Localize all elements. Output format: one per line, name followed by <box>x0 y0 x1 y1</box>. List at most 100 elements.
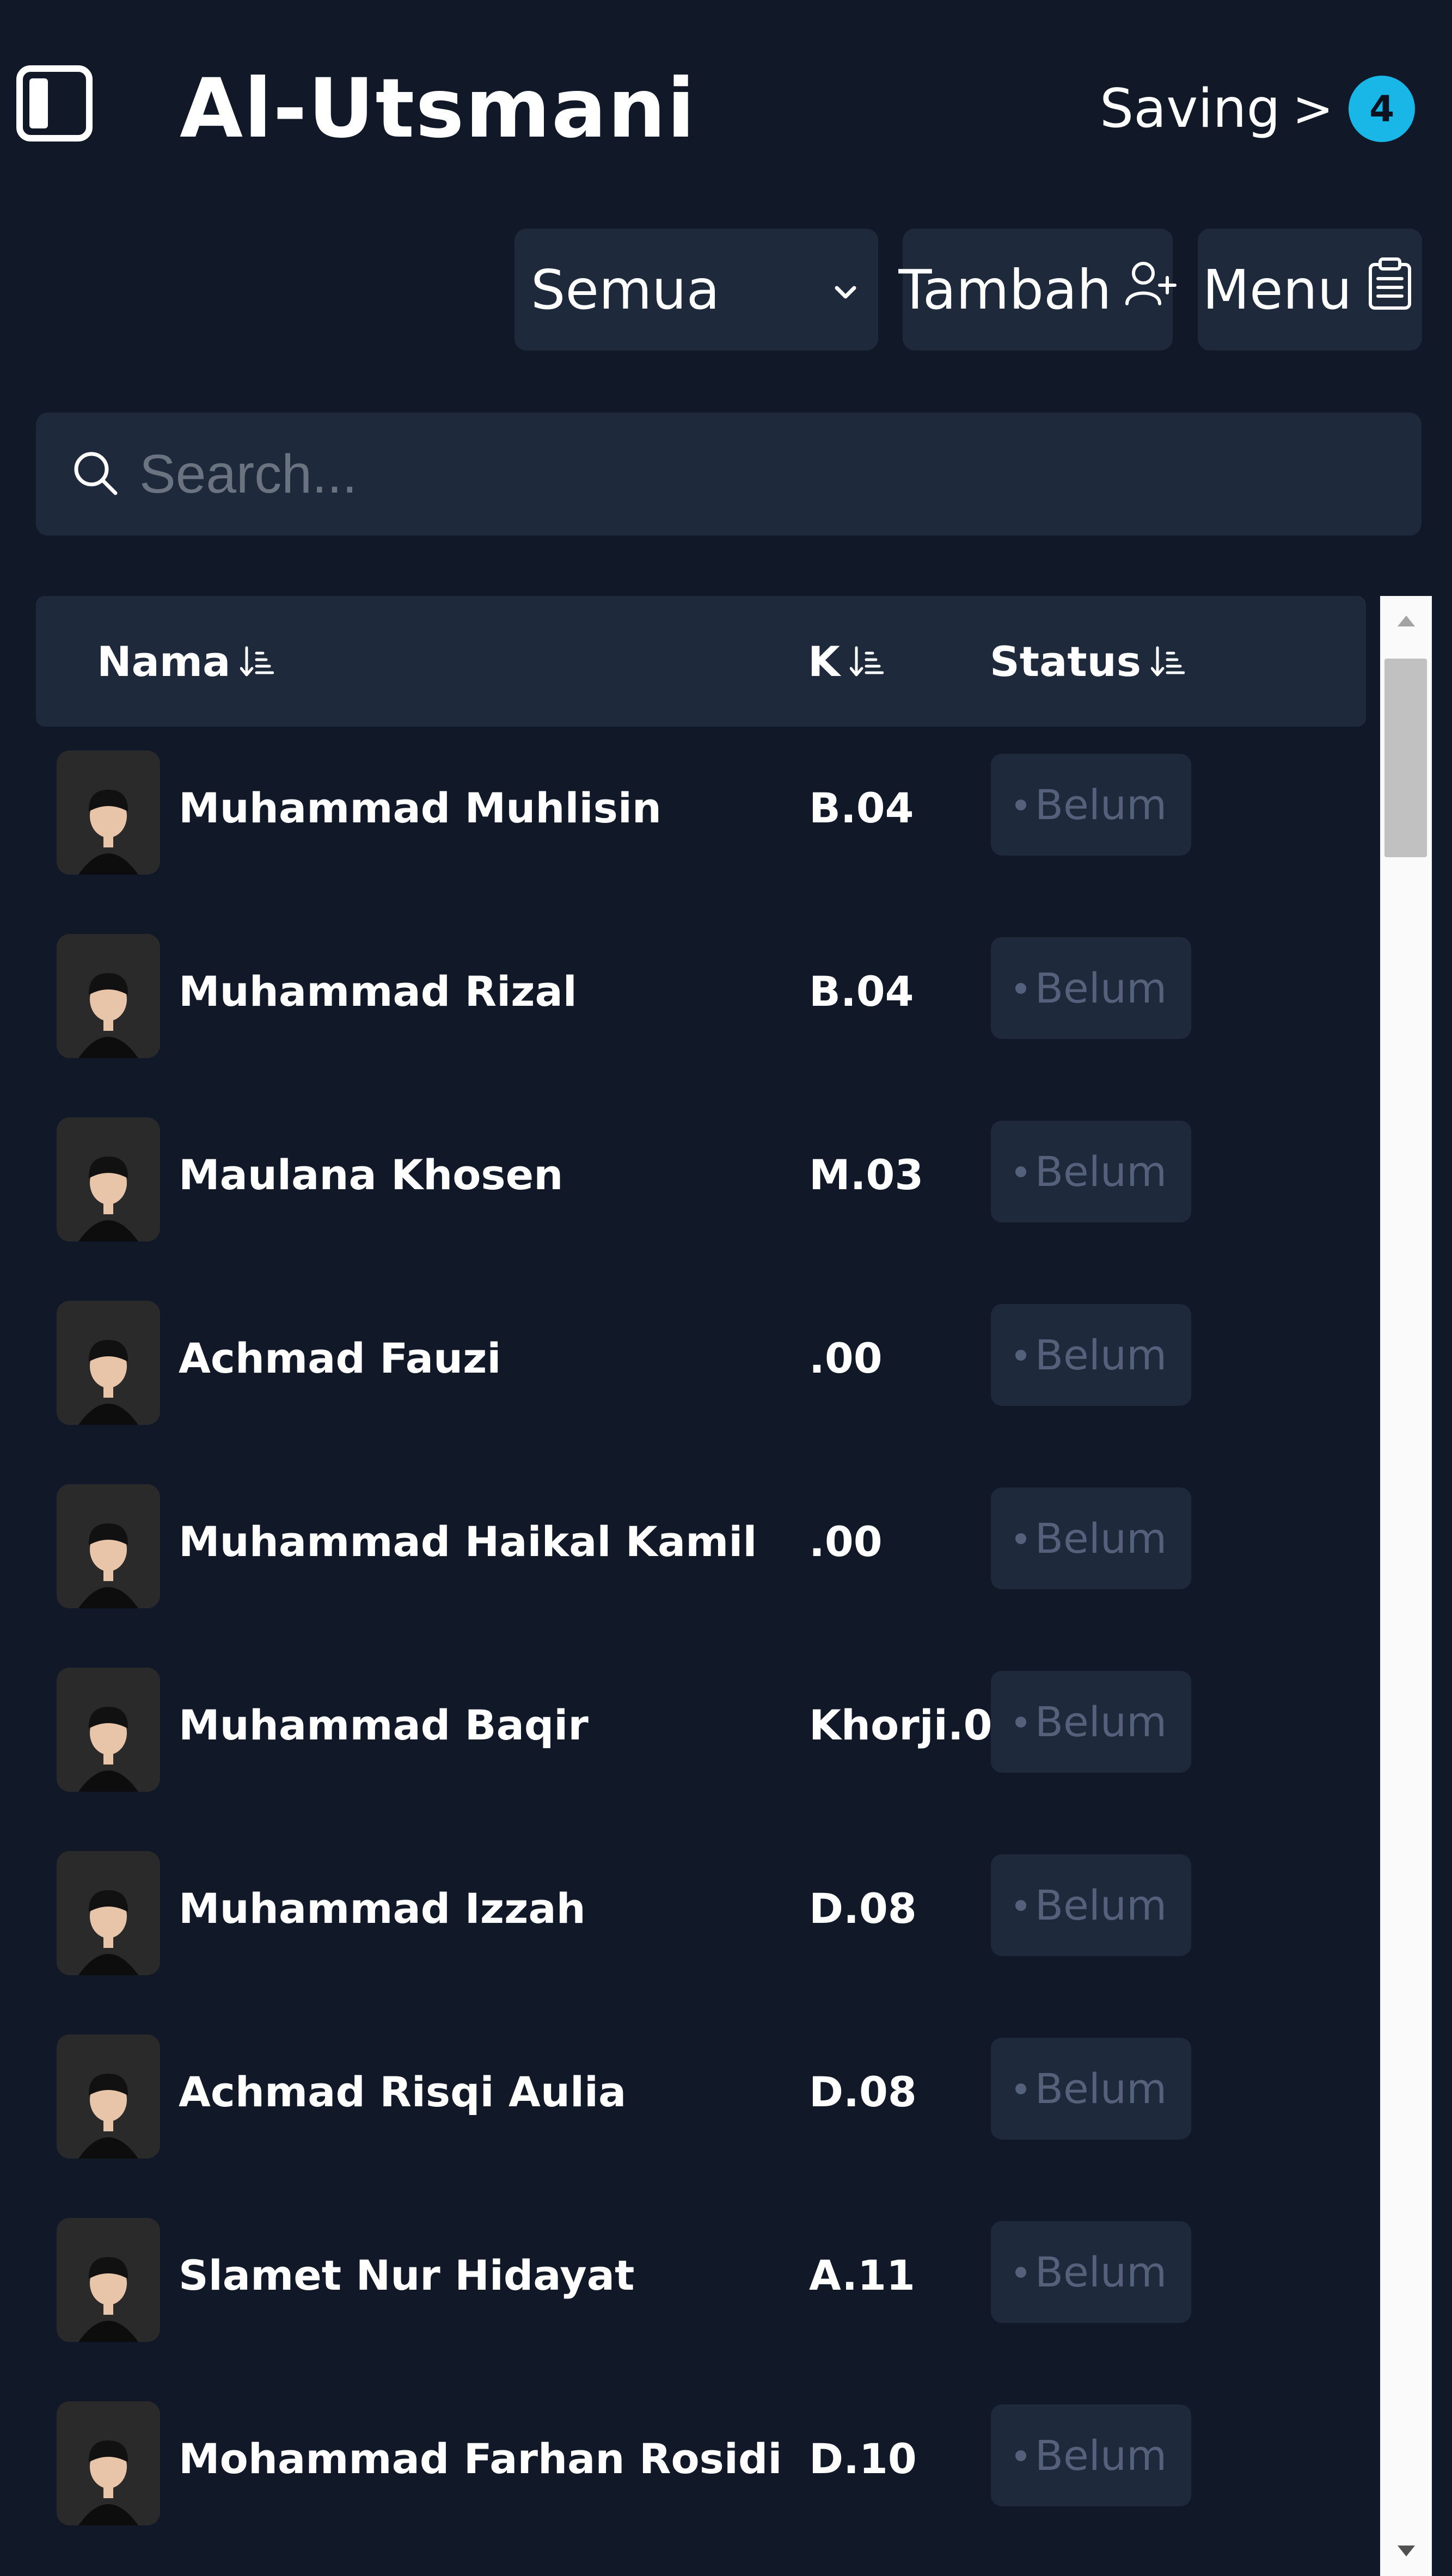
table-row[interactable]: Mohammad Farhan Rosidi D.10 Belum <box>36 2377 1366 2561</box>
status-label: Belum <box>1034 1881 1167 1929</box>
sort-icon <box>240 646 274 677</box>
row-name: Muhammad Rizal <box>179 967 577 1016</box>
chevron-down-icon <box>818 258 862 322</box>
saving-chevron: > <box>1292 80 1334 138</box>
row-room: B.04 <box>809 967 914 1016</box>
filter-select[interactable]: Semua <box>514 229 878 351</box>
avatar-icon <box>57 751 160 875</box>
status-badge[interactable]: Belum <box>991 1487 1191 1589</box>
status-dot <box>1015 1533 1026 1544</box>
status-label: Belum <box>1034 1514 1167 1563</box>
scroll-down-arrow-icon[interactable] <box>1380 2527 1432 2576</box>
avatar-icon <box>57 1851 160 1975</box>
column-header-room[interactable]: K <box>808 596 884 727</box>
status-label: Belum <box>1034 780 1167 829</box>
status-badge[interactable]: Belum <box>991 937 1191 1039</box>
search-icon <box>71 448 120 500</box>
menu-label: Menu <box>1202 257 1352 322</box>
row-room: .00 <box>809 1334 883 1382</box>
column-header-status[interactable]: Status <box>990 596 1185 727</box>
table-row[interactable]: Muhammad Haikal Kamil .00 Belum <box>36 1460 1366 1644</box>
avatar-icon <box>57 1117 160 1241</box>
menu-button[interactable]: Menu <box>1198 229 1422 351</box>
row-name: Achmad Fauzi <box>179 1334 501 1382</box>
row-room: .00 <box>809 1517 883 1566</box>
avatar-icon <box>57 934 160 1058</box>
avatar-icon <box>57 2218 160 2342</box>
avatar-icon <box>57 1301 160 1425</box>
saving-label: Saving <box>1100 78 1281 140</box>
row-room: D.08 <box>809 2068 917 2116</box>
scroll-up-arrow-icon[interactable] <box>1380 596 1432 645</box>
status-dot <box>1015 1716 1026 1727</box>
row-room: D.10 <box>809 2434 917 2483</box>
column-label-name: Nama <box>97 637 231 686</box>
scrollbar-thumb[interactable] <box>1384 659 1427 857</box>
avatar-icon <box>57 1668 160 1792</box>
status-label: Belum <box>1034 1698 1167 1746</box>
column-label-status: Status <box>990 637 1142 686</box>
saving-link[interactable]: Saving > 4 <box>1100 76 1416 142</box>
status-dot <box>1015 2450 1026 2461</box>
status-badge[interactable]: Belum <box>991 1304 1191 1406</box>
table-header: Nama K Status <box>36 596 1366 727</box>
column-label-room: K <box>808 637 840 686</box>
filter-value: Semua <box>531 257 720 322</box>
status-label: Belum <box>1034 1331 1167 1379</box>
table-row[interactable]: Maulana Khosen M.03 Belum <box>36 1093 1366 1277</box>
row-name: Muhammad Baqir <box>179 1701 589 1749</box>
table-row[interactable]: Muhammad Rizal B.04 Belum <box>36 910 1366 1093</box>
status-label: Belum <box>1034 964 1167 1012</box>
status-badge[interactable]: Belum <box>991 1671 1191 1773</box>
status-badge[interactable]: Belum <box>991 2405 1191 2506</box>
table-row[interactable]: Achmad Fauzi .00 Belum <box>36 1277 1366 1460</box>
app-header: Al-Utsmani Saving > 4 <box>0 0 1452 218</box>
app-title: Al-Utsmani <box>180 62 696 156</box>
user-plus-icon <box>1112 256 1177 323</box>
row-name: Slamet Nur Hidayat <box>179 2251 635 2300</box>
table-row[interactable]: Muhammad Muhlisin B.04 Belum <box>36 727 1366 910</box>
row-room: D.08 <box>809 1884 917 1933</box>
status-badge[interactable]: Belum <box>991 754 1191 856</box>
table-row[interactable]: Muhammad Baqir Khorji.00 Belum <box>36 1644 1366 1827</box>
add-label: Tambah <box>898 257 1112 322</box>
status-label: Belum <box>1034 2064 1167 2113</box>
row-name: Mohammad Farhan Rosidi <box>179 2434 782 2483</box>
status-badge[interactable]: Belum <box>991 1121 1191 1222</box>
status-badge[interactable]: Belum <box>991 1854 1191 1956</box>
status-dot <box>1015 1899 1026 1911</box>
status-label: Belum <box>1034 1147 1167 1196</box>
row-name: Muhammad Muhlisin <box>179 784 661 832</box>
avatar-icon <box>57 2034 160 2159</box>
status-badge[interactable]: Belum <box>991 2221 1191 2323</box>
sort-icon <box>1151 646 1185 677</box>
table-row[interactable]: Slamet Nur Hidayat A.11 Belum <box>36 2194 1366 2377</box>
table-row[interactable]: Muhammad Izzah D.08 Belum <box>36 1827 1366 2011</box>
status-dot <box>1015 982 1026 994</box>
row-name: Maulana Khosen <box>179 1151 563 1199</box>
status-dot <box>1015 2266 1026 2278</box>
sidebar-toggle-icon[interactable] <box>16 65 93 142</box>
row-name: Muhammad Izzah <box>179 1884 586 1933</box>
status-label: Belum <box>1034 2248 1167 2296</box>
row-room: M.03 <box>809 1151 924 1199</box>
status-dot <box>1015 2083 1026 2094</box>
status-label: Belum <box>1034 2431 1167 2480</box>
sort-icon <box>849 646 884 677</box>
search-bar <box>36 413 1422 536</box>
scrollbar[interactable] <box>1380 596 1432 2576</box>
status-badge[interactable]: Belum <box>991 2038 1191 2140</box>
column-header-name[interactable]: Nama <box>97 596 274 727</box>
clipboard-icon <box>1352 256 1417 323</box>
row-room: Khorji.00 <box>809 1701 1021 1749</box>
status-dot <box>1015 1349 1026 1361</box>
table-row[interactable]: Achmad Risqi Aulia D.08 Belum <box>36 2011 1366 2194</box>
avatar-icon <box>57 2401 160 2525</box>
row-name: Muhammad Haikal Kamil <box>179 1517 757 1566</box>
avatar-icon <box>57 1484 160 1608</box>
row-room: A.11 <box>809 2251 915 2300</box>
add-button[interactable]: Tambah <box>898 229 1177 351</box>
search-input[interactable] <box>138 419 1422 529</box>
status-dot <box>1015 1166 1026 1177</box>
row-room: B.04 <box>809 784 914 832</box>
